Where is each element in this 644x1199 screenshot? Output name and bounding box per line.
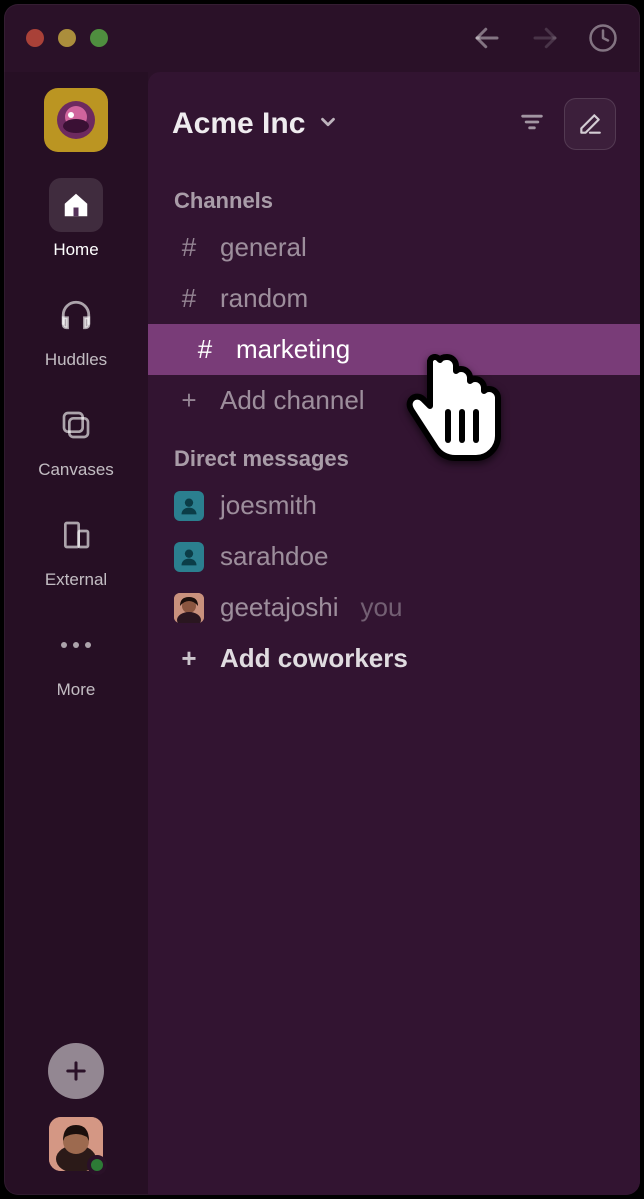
add-coworkers-label: Add coworkers [220, 643, 408, 674]
dm-joesmith[interactable]: joesmith [148, 480, 640, 531]
rail-label: Canvases [38, 460, 114, 480]
channel-sidebar: Acme Inc Channels # general [148, 72, 640, 1195]
dm-geetajoshi[interactable]: geetajoshi you [148, 582, 640, 633]
traffic-lights [26, 29, 108, 47]
add-channel-label: Add channel [220, 385, 365, 416]
add-coworkers-button[interactable]: + Add coworkers [148, 633, 640, 684]
titlebar [4, 4, 640, 72]
building-icon [49, 508, 103, 562]
avatar-icon [174, 542, 204, 572]
rail-item-huddles[interactable]: Huddles [45, 288, 107, 370]
workspace-switcher[interactable] [44, 88, 108, 152]
hash-icon: # [190, 334, 220, 365]
headphones-icon [49, 288, 103, 342]
avatar-icon [174, 491, 204, 521]
app-window: Home Huddles Canvases External [4, 4, 640, 1195]
nav-rail: Home Huddles Canvases External [4, 72, 148, 1195]
sidebar-header: Acme Inc [148, 72, 640, 168]
hash-icon: # [174, 232, 204, 263]
add-channel-button[interactable]: + Add channel [148, 375, 640, 426]
minimize-window-button[interactable] [58, 29, 76, 47]
dm-name: geetajoshi [220, 592, 339, 623]
rail-label: More [57, 680, 96, 700]
self-avatar[interactable] [49, 1117, 103, 1171]
rail-label: External [45, 570, 107, 590]
nav-back-button[interactable] [472, 23, 502, 53]
close-window-button[interactable] [26, 29, 44, 47]
hash-icon: # [174, 283, 204, 314]
dm-name: sarahdoe [220, 541, 328, 572]
canvases-icon [49, 398, 103, 452]
titlebar-nav [472, 23, 618, 53]
channel-random[interactable]: # random [148, 273, 640, 324]
channel-label: general [220, 232, 307, 263]
zoom-window-button[interactable] [90, 29, 108, 47]
plus-icon [62, 1057, 90, 1085]
filter-button[interactable] [518, 108, 546, 141]
channel-marketing[interactable]: # marketing [148, 324, 640, 375]
presence-active-icon [87, 1155, 107, 1175]
nav-forward-button[interactable] [530, 23, 560, 53]
channel-general[interactable]: # general [148, 222, 640, 273]
compose-button[interactable] [564, 98, 616, 150]
rail-item-home[interactable]: Home [49, 178, 103, 260]
chevron-down-icon[interactable] [317, 111, 339, 138]
dm-name: joesmith [220, 490, 317, 521]
history-button[interactable] [588, 23, 618, 53]
add-workspace-button[interactable] [48, 1043, 104, 1099]
rail-label: Huddles [45, 350, 107, 370]
rail-label: Home [53, 240, 98, 260]
dms-section-header[interactable]: Direct messages [148, 426, 640, 480]
plus-icon: + [174, 385, 204, 416]
more-icon [49, 618, 103, 672]
avatar-photo [174, 593, 204, 623]
rail-item-external[interactable]: External [45, 508, 107, 590]
channel-label: marketing [236, 334, 350, 365]
rail-item-canvases[interactable]: Canvases [38, 398, 114, 480]
channels-section-header[interactable]: Channels [148, 168, 640, 222]
compose-icon [577, 111, 603, 137]
dm-sarahdoe[interactable]: sarahdoe [148, 531, 640, 582]
home-icon [49, 178, 103, 232]
rail-footer [48, 1043, 104, 1195]
body: Home Huddles Canvases External [4, 72, 640, 1195]
you-label: you [361, 592, 403, 623]
workspace-logo-icon [53, 97, 99, 143]
channel-label: random [220, 283, 308, 314]
workspace-name[interactable]: Acme Inc [172, 107, 305, 141]
plus-icon: + [174, 643, 204, 674]
rail-item-more[interactable]: More [49, 618, 103, 700]
